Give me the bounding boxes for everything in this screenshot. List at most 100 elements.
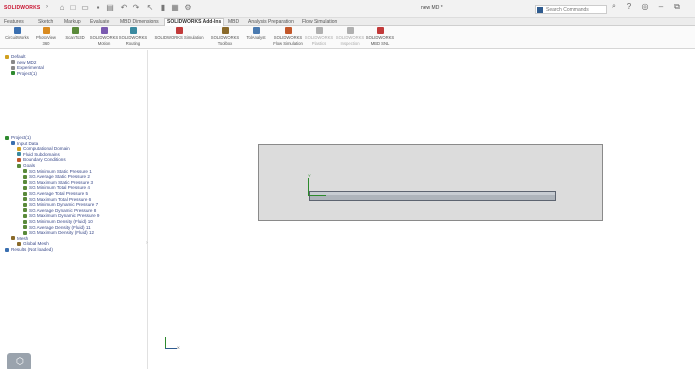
ribbon-button-9[interactable]: SOLIDWORKS Plastics <box>303 27 335 46</box>
tree-node-icon <box>23 208 27 213</box>
ribbon-button-1[interactable]: PhotoView 360 <box>31 27 61 46</box>
ribbon-button-10[interactable]: SOLIDWORKS Inspection <box>334 27 366 46</box>
ribbon-button-5[interactable]: SOLIDWORKS Simulation <box>148 27 210 41</box>
ribbon-button-8[interactable]: SOLIDWORKS Flow Simulation <box>272 27 304 46</box>
print-icon[interactable]: ▤ <box>105 3 115 13</box>
tree-node-icon <box>23 202 27 207</box>
minimize-icon[interactable]: – <box>656 2 666 11</box>
widget-icon: ⬡ <box>16 356 24 366</box>
tab-flow-simulation[interactable]: Flow Simulation <box>302 19 337 25</box>
tree-item-label: SG Maximum Density (Fluid) 12 <box>29 230 95 236</box>
tree-item[interactable]: Results (Not loaded) <box>5 247 53 253</box>
tree-item-label: new MD2 <box>17 59 37 65</box>
ribbon-button-sublabel: Flow Simulation <box>273 41 303 46</box>
ribbon-tool-icon <box>71 27 79 34</box>
tab-sketch[interactable]: Sketch <box>38 19 53 25</box>
command-manager-tabs: Features Sketch Markup Evaluate MBD Dimensio… <box>0 18 695 26</box>
search-placeholder: Search Commands <box>546 7 589 13</box>
tree-node-icon <box>5 247 9 252</box>
ribbon-button-7[interactable]: TolAnalyst <box>240 27 272 41</box>
tree-item-label: Results (Not loaded) <box>11 247 53 252</box>
select-icon[interactable]: ↖ <box>145 3 155 13</box>
ribbon-button-2[interactable]: ScanTo3D <box>60 27 90 41</box>
ribbon-button-sublabel: 360 <box>42 41 50 46</box>
ribbon-button-label: SOLIDWORKS <box>335 35 365 40</box>
ribbon-button-11[interactable]: SOLIDWORKS MBD SNL <box>364 27 396 46</box>
origin-x-axis <box>308 195 326 196</box>
tree-node-icon <box>17 157 21 162</box>
file-properties-icon[interactable]: ▦ <box>170 3 180 13</box>
tree-node-icon <box>11 71 15 76</box>
tree-item-label: Default <box>11 54 26 59</box>
ribbon-button-label: TolAnalyst <box>246 35 266 40</box>
tree-item-label: SG Minimum Total Pressure 4 <box>29 185 90 191</box>
tab-markup[interactable]: Markup <box>64 19 81 25</box>
command-search-icon <box>537 7 543 13</box>
undo-icon[interactable]: ↶ <box>119 3 129 13</box>
help-icon[interactable]: ? <box>624 2 634 11</box>
save-icon[interactable]: ▪ <box>93 3 103 13</box>
search-icon[interactable]: ⌕ <box>612 3 616 11</box>
rebuild-icon[interactable]: ▮ <box>158 3 168 13</box>
ribbon-tool-icon <box>346 27 354 34</box>
tree-node-icon <box>17 163 21 168</box>
new-document-icon[interactable]: □ <box>68 3 78 13</box>
ribbon-button-label: SOLIDWORKS <box>210 35 240 40</box>
tree-item-label: Project(1) <box>17 70 37 76</box>
document-title: new MD * <box>421 5 443 11</box>
ribbon-button-3[interactable]: SOLIDWORKS Motion <box>89 27 119 46</box>
tab-solidworks-add-ins[interactable]: SOLIDWORKS Add-Ins <box>164 18 225 26</box>
home-icon[interactable]: ⌂ <box>57 3 67 13</box>
tree-item-label: Fluid Subdomains <box>23 151 60 157</box>
user-icon[interactable]: ◎ <box>640 2 650 11</box>
ribbon-button-6[interactable]: SOLIDWORKS Toolbox <box>210 27 240 46</box>
tree-item-label: Mesh <box>17 235 29 241</box>
tree-node-icon <box>5 135 9 140</box>
tree-item-label: SG Minimum Density (Fluid) 10 <box>29 219 93 224</box>
tree-node-icon <box>23 185 27 190</box>
tree-item-label: SG Average Dynamic Pressure 8 <box>29 207 97 213</box>
options-icon[interactable]: ⚙ <box>183 3 193 13</box>
ribbon-tool-icon <box>221 27 229 34</box>
ribbon-button-sublabel: Plastics <box>311 41 327 46</box>
restore-icon[interactable]: ⧉ <box>672 2 682 12</box>
tree-item-label: SG Average Static Pressure 2 <box>29 174 90 180</box>
ribbon-button-4[interactable]: SOLIDWORKS Routing <box>118 27 148 46</box>
panel-collapse-arrow-icon[interactable]: › <box>146 240 148 246</box>
tree-node-icon <box>11 65 15 70</box>
tab-features[interactable]: Features <box>4 19 24 25</box>
ribbon-button-label: SOLIDWORKS <box>365 35 395 40</box>
ribbon-tool-icon <box>42 27 50 34</box>
tree-node-icon <box>11 236 15 241</box>
ribbon-button-label: PhotoView <box>36 35 56 40</box>
logo-menu-arrow-icon[interactable]: › <box>46 4 48 10</box>
triad-x-axis <box>165 348 177 349</box>
graphics-area[interactable]: Y X <box>149 50 695 369</box>
tree-node-icon <box>23 169 27 174</box>
task-pane-widget[interactable]: ⬡ <box>7 353 31 369</box>
tab-mbd[interactable]: MBD <box>228 19 239 25</box>
tree-item-label: Goals <box>23 163 36 168</box>
tree-item[interactable]: Project(1) <box>11 71 37 77</box>
pipe-highlight <box>310 192 555 195</box>
ribbon-button-0[interactable]: CircuitWorks <box>2 27 32 41</box>
tree-item-label: Input Data <box>17 140 39 146</box>
pipe-model[interactable] <box>309 191 556 201</box>
computational-domain-box[interactable]: Y <box>258 144 603 221</box>
redo-icon[interactable]: ↷ <box>131 3 141 13</box>
tree-node-icon <box>17 241 21 246</box>
search-input[interactable]: Search Commands <box>535 5 607 14</box>
origin-axis-label: Y <box>308 173 311 178</box>
tree-item[interactable]: SG Maximum Density (Fluid) 12 <box>23 230 94 236</box>
tab-mbd-dimensions[interactable]: MBD Dimensions <box>120 19 159 25</box>
tree-node-icon <box>23 180 27 185</box>
open-icon[interactable]: ▭ <box>80 3 90 13</box>
tab-evaluate[interactable]: Evaluate <box>90 19 109 25</box>
ribbon-button-label: SOLIDWORKS <box>304 35 334 40</box>
tree-item-label: Global Mesh <box>23 241 49 247</box>
tab-analysis-preparation[interactable]: Analysis Preparation <box>248 19 294 25</box>
tree-item-label: SG Minimum Static Pressure 1 <box>29 168 92 174</box>
title-bar: SOLIDWORKS › ⌂ □ ▭ ▪ ▤ ↶ ↷ ↖ ▮ ▦ ⚙ new M… <box>0 0 695 18</box>
ribbon-button-sublabel: Routing <box>125 41 141 46</box>
tree-node-icon <box>23 225 27 230</box>
